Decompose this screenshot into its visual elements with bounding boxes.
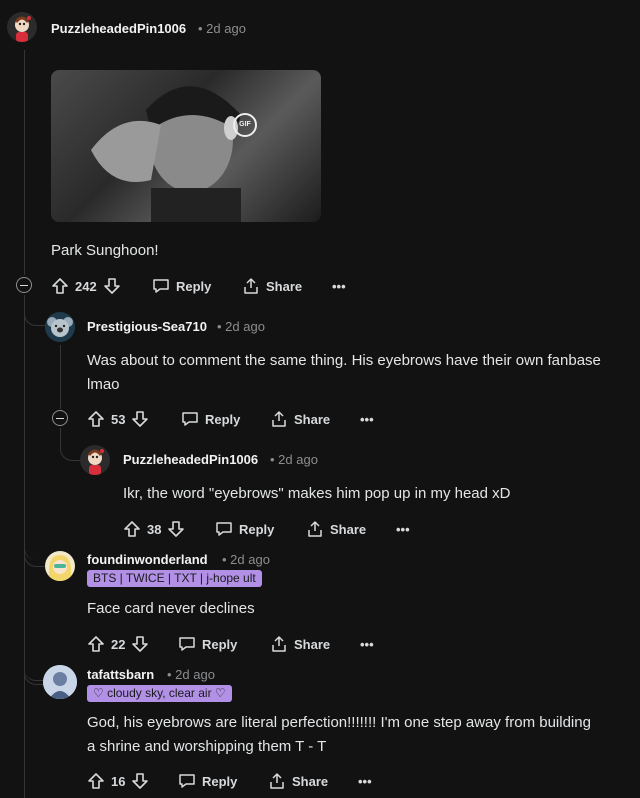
more-options-icon[interactable]: •••: [358, 771, 372, 791]
comment-body: Park Sunghoon!: [51, 242, 159, 259]
share-button[interactable]: Share: [242, 276, 302, 296]
comment-body: Face card never declines: [87, 600, 255, 617]
comment-timestamp: • 2d ago: [217, 319, 265, 334]
reply-icon: [178, 772, 196, 790]
share-label: Share: [292, 773, 329, 789]
avatar[interactable]: [43, 665, 77, 699]
vote-group: 53: [87, 409, 149, 429]
downvote-icon[interactable]: [131, 410, 149, 428]
upvote-icon[interactable]: [87, 410, 105, 428]
reply-label: Reply: [176, 278, 212, 294]
collapse-thread-button[interactable]: [52, 410, 68, 426]
share-icon: [270, 410, 288, 428]
share-label: Share: [330, 521, 367, 537]
thread-connector: [24, 540, 45, 567]
comment-body-line: Was about to comment the same thing. His…: [87, 352, 601, 369]
avatar[interactable]: [80, 445, 110, 475]
share-label: Share: [294, 411, 331, 427]
comment-body-line: a shrine and worshipping them T - T: [87, 738, 327, 755]
comment-username[interactable]: Prestigious-Sea710: [87, 319, 207, 334]
thread-line-level2: [60, 345, 61, 409]
upvote-icon[interactable]: [87, 635, 105, 653]
comment-body: Ikr, the word "eyebrows" makes him pop u…: [123, 485, 511, 502]
upvote-icon[interactable]: [51, 277, 69, 295]
reply-button[interactable]: Reply: [152, 276, 211, 296]
vote-group: 16: [87, 771, 149, 791]
reply-label: Reply: [205, 411, 241, 427]
gif-image[interactable]: [51, 70, 321, 222]
reply-icon: [181, 410, 199, 428]
downvote-icon[interactable]: [103, 277, 121, 295]
reply-button[interactable]: Reply: [215, 519, 274, 539]
downvote-icon[interactable]: [167, 520, 185, 538]
user-flair: ♡ cloudy sky, clear air ♡: [87, 685, 232, 702]
share-button[interactable]: Share: [270, 634, 330, 654]
vote-count: 38: [147, 521, 162, 537]
more-options-icon[interactable]: •••: [360, 634, 374, 654]
share-label: Share: [294, 636, 331, 652]
more-options-icon[interactable]: •••: [360, 409, 374, 429]
reply-label: Reply: [239, 521, 275, 537]
comment-timestamp: • 2d ago: [222, 552, 270, 567]
share-label: Share: [266, 278, 303, 294]
comment-body-line: God, his eyebrows are literal perfection…: [87, 714, 591, 731]
thread-connector: [24, 295, 45, 326]
upvote-icon[interactable]: [123, 520, 141, 538]
reply-label: Reply: [202, 636, 238, 652]
vote-count: 53: [111, 411, 126, 427]
user-flair: BTS | TWICE | TXT | j-hope ult: [87, 570, 262, 587]
vote-count: 242: [75, 278, 97, 294]
downvote-icon[interactable]: [131, 772, 149, 790]
vote-group: 242: [51, 276, 121, 296]
comment-username[interactable]: PuzzleheadedPin1006: [51, 21, 186, 36]
share-icon: [270, 635, 288, 653]
avatar[interactable]: [45, 551, 75, 581]
thread-connector: [24, 325, 45, 560]
avatar[interactable]: [7, 12, 37, 42]
share-icon: [268, 772, 286, 790]
share-icon: [242, 277, 260, 295]
avatar[interactable]: [45, 312, 75, 342]
comment-timestamp: • 2d ago: [198, 21, 246, 36]
gif-badge: GIF: [233, 113, 257, 137]
comment-username[interactable]: foundinwonderland: [87, 552, 208, 567]
downvote-icon[interactable]: [131, 635, 149, 653]
reply-button[interactable]: Reply: [178, 771, 237, 791]
reply-icon: [215, 520, 233, 538]
reply-button[interactable]: Reply: [178, 634, 237, 654]
share-icon: [306, 520, 324, 538]
share-button[interactable]: Share: [306, 519, 366, 539]
more-options-icon[interactable]: •••: [396, 519, 410, 539]
collapse-thread-button[interactable]: [16, 277, 32, 293]
vote-count: 16: [111, 773, 126, 789]
reply-label: Reply: [202, 773, 238, 789]
more-options-icon[interactable]: •••: [332, 276, 346, 296]
comment-username[interactable]: PuzzleheadedPin1006: [123, 452, 258, 467]
share-button[interactable]: Share: [270, 409, 330, 429]
reply-button[interactable]: Reply: [181, 409, 240, 429]
reply-icon: [178, 635, 196, 653]
comment-timestamp: • 2d ago: [167, 667, 215, 682]
upvote-icon[interactable]: [87, 772, 105, 790]
vote-count: 22: [111, 636, 126, 652]
thread-connector: [24, 660, 45, 685]
reply-icon: [152, 277, 170, 295]
comment-timestamp: • 2d ago: [270, 452, 318, 467]
vote-group: 22: [87, 634, 149, 654]
share-button[interactable]: Share: [268, 771, 328, 791]
thread-connector: [60, 428, 81, 461]
comment-body-line: lmao: [87, 376, 120, 393]
comment-username[interactable]: tafattsbarn: [87, 667, 154, 682]
thread-line-root: [24, 50, 25, 275]
vote-group: 38: [123, 519, 185, 539]
